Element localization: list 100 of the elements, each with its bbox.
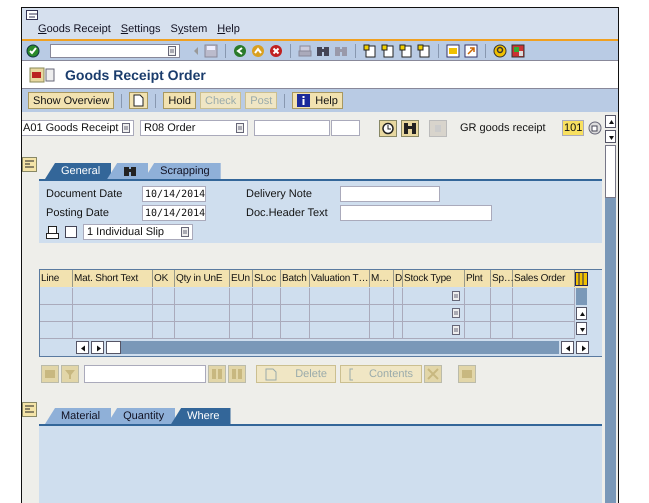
column-header[interactable]: Stock Type xyxy=(403,270,465,287)
document-icon xyxy=(349,368,353,380)
table-cell xyxy=(153,305,175,322)
table-cell xyxy=(253,322,281,339)
scroll-up-button[interactable] xyxy=(605,115,616,128)
column-header[interactable]: Plnt xyxy=(465,270,491,287)
new-session-icon[interactable] xyxy=(446,44,460,58)
document-button[interactable] xyxy=(129,92,148,109)
cancel-icon[interactable] xyxy=(269,44,283,58)
table-cell xyxy=(513,288,575,305)
info-icon xyxy=(297,94,310,107)
column-header[interactable]: OK xyxy=(153,270,175,287)
action-dropdown[interactable]: A01 Goods Receipt xyxy=(22,120,134,136)
dropdown-icon[interactable] xyxy=(236,123,244,133)
table-cell xyxy=(513,305,575,322)
scroll-right-button[interactable] xyxy=(91,341,104,354)
table-cell xyxy=(175,305,230,322)
table-cell xyxy=(491,322,513,339)
layout-icon[interactable] xyxy=(511,44,525,58)
movement-type-field[interactable]: 101 xyxy=(562,120,584,136)
scroll-left-button[interactable] xyxy=(561,341,574,354)
movement-description: GR goods receipt xyxy=(460,122,547,134)
input-field[interactable] xyxy=(84,365,206,383)
shortcut-icon[interactable] xyxy=(464,44,478,58)
scroll-right-button[interactable] xyxy=(576,341,589,354)
screen-title: Goods Receipt Order xyxy=(65,66,206,82)
scrollbar[interactable] xyxy=(106,341,559,354)
reference-dropdown[interactable]: R08 Order xyxy=(140,120,248,136)
table-cell xyxy=(175,322,230,339)
scrollbar-thumb[interactable] xyxy=(576,288,587,305)
menu-item[interactable]: System xyxy=(170,23,208,35)
column-header[interactable]: D xyxy=(394,270,403,287)
back-icon[interactable] xyxy=(233,44,247,58)
command-field[interactable] xyxy=(50,44,180,58)
date-field[interactable]: 10/14/2014 xyxy=(142,205,206,221)
table-cell xyxy=(310,322,370,339)
collapse-icon[interactable] xyxy=(22,157,37,172)
tab[interactable]: Material xyxy=(45,408,112,424)
column-header[interactable]: Qty in UnE xyxy=(175,270,230,287)
checkbox[interactable] xyxy=(65,226,77,238)
dropdown-icon[interactable] xyxy=(452,291,460,301)
column-header[interactable]: Sp… xyxy=(491,270,513,287)
toggle-icon[interactable] xyxy=(29,66,55,82)
dropdown-icon[interactable] xyxy=(122,123,130,133)
table-cell xyxy=(253,288,281,305)
menu-item[interactable]: Goods Receipt xyxy=(38,23,111,35)
icon-tab[interactable] xyxy=(107,163,148,179)
scrollbar-thumb[interactable] xyxy=(605,198,616,503)
clock-button-icon[interactable] xyxy=(379,120,397,136)
binoculars-button-icon[interactable] xyxy=(401,120,419,136)
table-cell xyxy=(230,322,253,339)
column-header[interactable]: Batch xyxy=(281,270,310,287)
table-cell xyxy=(281,288,310,305)
page-icon[interactable] xyxy=(399,44,413,58)
column-header[interactable]: Sales Order xyxy=(513,270,575,287)
page-icon[interactable] xyxy=(381,44,395,58)
tab[interactable]: General xyxy=(45,163,112,179)
column-header[interactable]: EUn xyxy=(230,270,253,287)
table-cell xyxy=(230,305,253,322)
scroll-left-button[interactable] xyxy=(76,341,89,354)
scroll-down-button[interactable] xyxy=(605,130,616,143)
input-field[interactable] xyxy=(254,120,330,136)
dropdown-icon[interactable] xyxy=(452,308,460,318)
tab[interactable]: Where xyxy=(171,408,230,424)
print-icon xyxy=(46,226,59,238)
menu-item[interactable]: Settings xyxy=(120,23,161,35)
enter-icon[interactable] xyxy=(26,44,40,58)
document-icon xyxy=(265,368,277,380)
menu-item[interactable]: Help xyxy=(217,23,240,35)
page-icon[interactable] xyxy=(417,44,431,58)
page-icon[interactable] xyxy=(363,44,377,58)
dropdown-icon[interactable] xyxy=(168,46,176,56)
toolbar-button[interactable]: Show Overview xyxy=(28,92,114,109)
column-header[interactable]: Mat. Short Text xyxy=(73,270,153,287)
table-cell xyxy=(230,288,253,305)
table-cell xyxy=(153,322,175,339)
dropdown-icon[interactable] xyxy=(452,325,460,335)
column-header[interactable]: M… xyxy=(370,270,394,287)
toolbar-button[interactable]: Hold xyxy=(163,92,196,109)
table-cell xyxy=(281,305,310,322)
dropdown-icon[interactable] xyxy=(181,227,189,237)
column-header[interactable]: Line xyxy=(40,270,73,287)
input-field[interactable] xyxy=(331,120,360,136)
collapse-icon[interactable] xyxy=(22,402,37,417)
help-button[interactable]: Help xyxy=(292,92,343,109)
slip-dropdown[interactable]: 1 Individual Slip xyxy=(83,224,193,240)
input-field[interactable] xyxy=(340,205,492,221)
menu-icon[interactable] xyxy=(26,10,38,20)
column-header[interactable]: Valuation T… xyxy=(310,270,370,287)
column-settings-icon[interactable] xyxy=(575,270,588,288)
lookup-icon[interactable] xyxy=(588,121,602,135)
save-icon[interactable] xyxy=(204,44,218,58)
input-field[interactable] xyxy=(340,186,440,202)
scroll-up-button[interactable] xyxy=(576,307,587,320)
scroll-down-button[interactable] xyxy=(576,322,587,335)
help-icon[interactable] xyxy=(493,44,507,58)
table-cell xyxy=(153,288,175,305)
date-field[interactable]: 10/14/2014 xyxy=(142,186,206,202)
table-cell xyxy=(370,305,394,322)
column-header[interactable]: SLoc xyxy=(253,270,281,287)
